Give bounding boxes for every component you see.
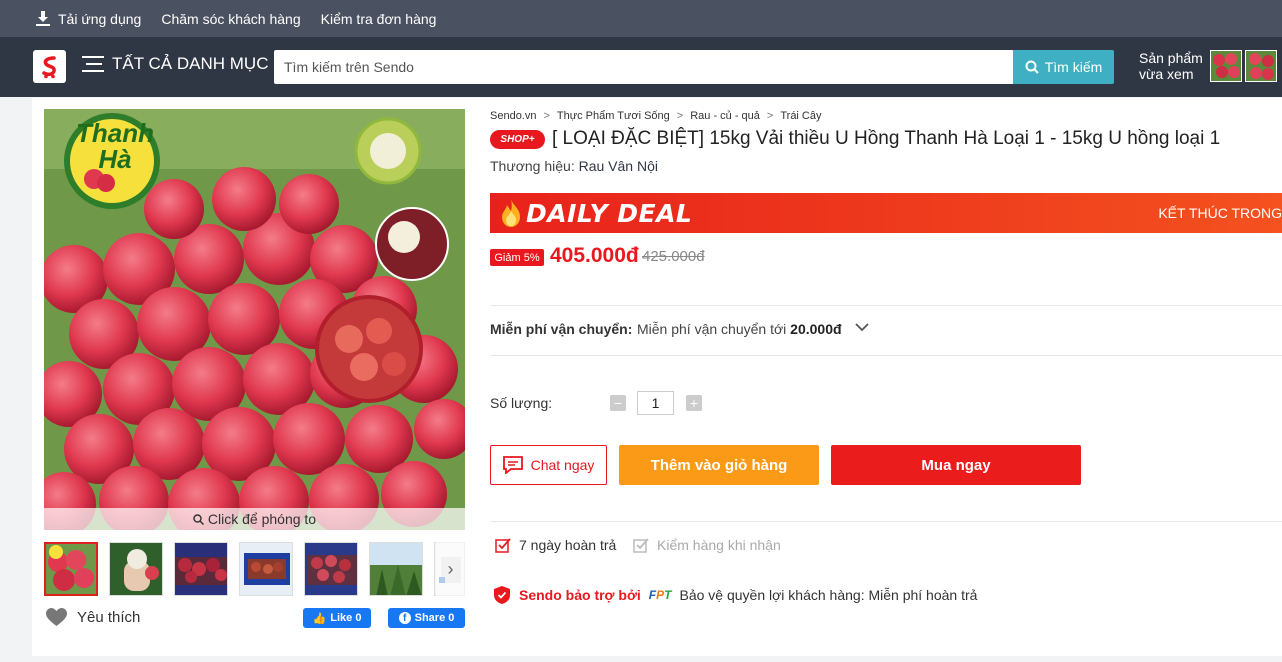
download-icon — [36, 11, 50, 26]
brand-label: Thương hiệu: — [490, 158, 575, 174]
download-app-link[interactable]: Tải ứng dụng — [36, 11, 141, 27]
fb-like-label: Like 0 — [330, 612, 362, 624]
breadcrumb-item[interactable]: Sendo.vn — [490, 110, 536, 122]
sendo-logo-icon — [41, 55, 56, 78]
inspect-policy: Kiểm hàng khi nhận — [633, 537, 781, 553]
quantity-label: Số lượng: — [490, 395, 553, 411]
shipping-label: Miễn phí vận chuyển: — [490, 321, 633, 337]
gallery-thumbnail[interactable] — [174, 542, 228, 596]
menu-icon — [82, 56, 104, 72]
heart-icon — [46, 608, 67, 626]
quantity-decrease-button[interactable]: − — [610, 395, 626, 411]
customer-care-link[interactable]: Chăm sóc khách hàng — [161, 11, 300, 27]
recently-viewed-label[interactable]: Sản phẩm vừa xem — [1139, 50, 1203, 82]
add-to-cart-button[interactable]: Thêm vào giỏ hàng — [619, 445, 819, 485]
breadcrumb-item[interactable]: Rau - củ - quả — [690, 110, 760, 122]
divider — [490, 521, 1282, 522]
sendo-guarantee: Sendo bảo trợ bởi FPT Bảo vệ quyền lợi k… — [493, 585, 977, 605]
fb-share-label: Share 0 — [414, 612, 455, 624]
recent-line2: vừa xem — [1139, 66, 1194, 82]
facebook-icon: f — [398, 612, 411, 624]
top-utility-bar: Tải ứng dụng Chăm sóc khách hàng Kiểm tr… — [0, 0, 1282, 37]
main-header: TẤT CẢ DANH MỤC Tìm kiếm Sản phẩm vừa xe… — [0, 37, 1282, 97]
guarantee-prefix: Sendo bảo trợ bởi — [519, 587, 641, 603]
zoom-hint-label: Click để phóng to — [207, 511, 317, 527]
chevron-down-icon — [855, 323, 869, 332]
inspect-policy-label: Kiểm hàng khi nhận — [657, 537, 781, 553]
minus-icon: − — [613, 395, 623, 411]
divider — [490, 305, 1282, 306]
check-order-link[interactable]: Kiểm tra đơn hàng — [321, 11, 437, 27]
search-button-label: Tìm kiếm — [1044, 59, 1103, 75]
daily-deal-banner: DAILY DEAL KẾT THÚC TRONG — [490, 193, 1282, 233]
original-price: 425.000đ — [642, 248, 705, 265]
divider — [490, 355, 1282, 356]
fpt-logo: FPT — [648, 588, 672, 602]
sendo-logo[interactable] — [33, 50, 66, 83]
search-box — [274, 50, 1014, 84]
brand-link[interactable]: Rau Vân Nội — [579, 158, 658, 174]
quantity-input[interactable]: 1 — [637, 391, 674, 415]
chat-now-label: Chat ngay — [530, 457, 595, 473]
thumbnail-next-button[interactable]: › — [436, 542, 465, 596]
breadcrumb-separator: > — [676, 110, 684, 122]
facebook-share-button[interactable]: f Share 0 — [388, 608, 465, 628]
flame-icon — [502, 199, 520, 227]
shop-plus-badge: SHOP+ — [490, 130, 545, 149]
check-box-icon — [633, 538, 649, 553]
plus-icon: + — [689, 395, 699, 411]
gallery-thumbnail[interactable] — [109, 542, 163, 596]
chat-icon — [502, 456, 523, 474]
search-input[interactable] — [274, 50, 1014, 84]
shipping-value-text: Miễn phí vận chuyển tới — [637, 321, 787, 337]
shipping-value: Miễn phí vận chuyển tới 20.000đ — [637, 321, 842, 337]
breadcrumb-separator: > — [543, 110, 550, 122]
favorite-button[interactable]: Yêu thích — [46, 608, 140, 627]
shield-icon — [494, 586, 510, 604]
recent-product-thumb[interactable] — [1210, 50, 1242, 82]
gallery-thumbnail[interactable] — [239, 542, 293, 596]
breadcrumb-separator: > — [766, 110, 774, 122]
chevron-right-icon: › — [447, 558, 454, 579]
buy-now-button[interactable]: Mua ngay — [831, 445, 1081, 485]
breadcrumb: Sendo.vn > Thực Phẩm Tươi Sống > Rau - củ … — [490, 110, 822, 122]
recent-line1: Sản phẩm — [1139, 50, 1203, 66]
add-to-cart-label: Thêm vào giỏ hàng — [650, 456, 788, 474]
chat-now-button[interactable]: Chat ngay — [490, 445, 607, 485]
thumbs-up-icon: 👍 — [312, 612, 327, 625]
recent-product-thumb[interactable] — [1245, 50, 1277, 82]
quantity-increase-button[interactable]: + — [686, 395, 702, 411]
buy-now-label: Mua ngay — [921, 456, 991, 474]
zoom-hint[interactable]: Click để phóng to — [44, 508, 465, 530]
facebook-like-button[interactable]: 👍 Like 0 — [303, 608, 371, 628]
daily-deal-title: DAILY DEAL — [526, 199, 693, 228]
brand-line: Thương hiệu: Rau Vân Nội — [490, 158, 658, 174]
current-price: 405.000đ — [550, 244, 639, 267]
breadcrumb-item[interactable]: Trái Cây — [780, 110, 821, 122]
gallery-thumbnail[interactable] — [304, 542, 358, 596]
gallery-thumbnail[interactable] — [44, 542, 98, 596]
zoom-icon — [193, 513, 204, 525]
thanh-ha-logo-text: Thanh Hà — [76, 118, 154, 174]
guarantee-text: Bảo vệ quyền lợi khách hàng: Miễn phí ho… — [679, 587, 978, 603]
gallery-thumbnail[interactable] — [369, 542, 423, 596]
favorite-label: Yêu thích — [77, 609, 141, 626]
search-icon — [1025, 60, 1039, 74]
all-categories-label: TẤT CẢ DANH MỤC — [112, 54, 269, 73]
check-order-label: Kiểm tra đơn hàng — [320, 10, 437, 27]
deal-countdown-label: KẾT THÚC TRONG — [1158, 205, 1282, 221]
return-policy-label: 7 ngày hoàn trả — [519, 537, 617, 553]
all-categories-button[interactable]: TẤT CẢ DANH MỤC — [82, 54, 268, 74]
download-app-label: Tải ứng dụng — [58, 10, 142, 27]
discount-badge: Giảm 5% — [490, 249, 544, 266]
breadcrumb-item[interactable]: Thực Phẩm Tươi Sống — [557, 110, 670, 122]
shipping-expand-button[interactable] — [855, 319, 869, 335]
check-box-icon — [495, 538, 511, 553]
shipping-value-amount: 20.000đ — [790, 321, 842, 337]
product-title: [ LOẠI ĐẶC BIỆT] 15kg Vải thiều U Hồng T… — [552, 128, 1221, 149]
customer-care-label: Chăm sóc khách hàng — [161, 10, 301, 27]
search-button[interactable]: Tìm kiếm — [1013, 50, 1114, 84]
return-policy: 7 ngày hoàn trả — [495, 537, 616, 553]
